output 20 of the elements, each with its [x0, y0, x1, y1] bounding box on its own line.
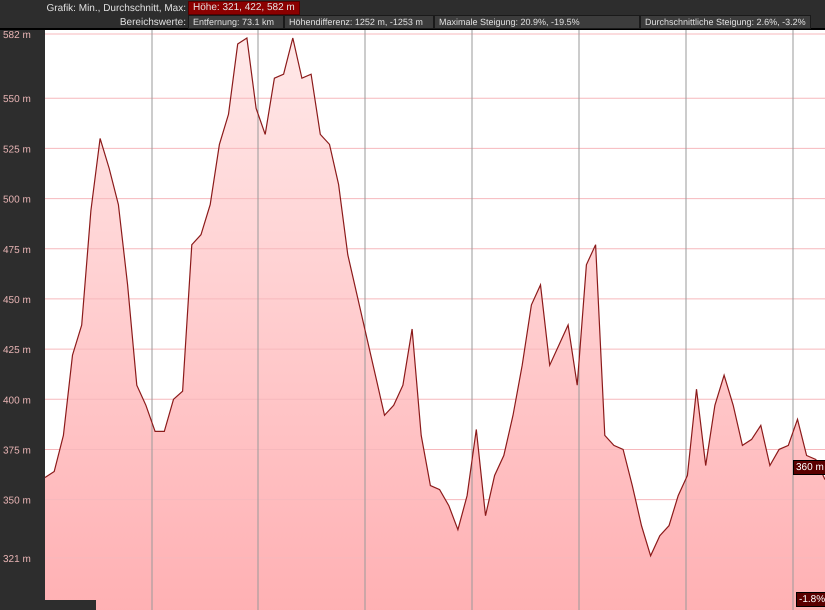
y-axis-label: 475 m [3, 244, 31, 256]
current-elevation-label: 360 m [793, 460, 825, 475]
graph-summary-label: Grafik: Min., Durchschnitt, Max: [46, 2, 187, 16]
range-values-label: Bereichswerte: [118, 16, 187, 30]
elevation-summary: Höhe: 321, 422, 582 m [188, 1, 300, 15]
y-axis-label: 350 m [3, 496, 31, 507]
y-axis-label: 500 m [3, 194, 31, 206]
current-grade-label: -1.8% [796, 592, 825, 607]
range-value: Höhendifferenz: 1252 m, -1253 m [284, 15, 434, 29]
y-axis-label: 400 m [3, 395, 31, 406]
y-axis-label: 375 m [3, 445, 31, 456]
y-axis-label: 525 m [3, 144, 31, 156]
range-value: Maximale Steigung: 20.9%, -19.5% [434, 15, 640, 29]
y-axis-label: 321 m [3, 554, 31, 565]
range-value: Durchschnittliche Steigung: 2.6%, -3.2% [640, 15, 811, 29]
y-axis-label: 550 m [3, 94, 31, 106]
range-value: Entfernung: 73.1 km [188, 15, 284, 29]
y-axis-label: 582 m [3, 30, 31, 42]
y-axis-label: 450 m [3, 294, 31, 306]
y-axis-label: 425 m [3, 345, 31, 356]
